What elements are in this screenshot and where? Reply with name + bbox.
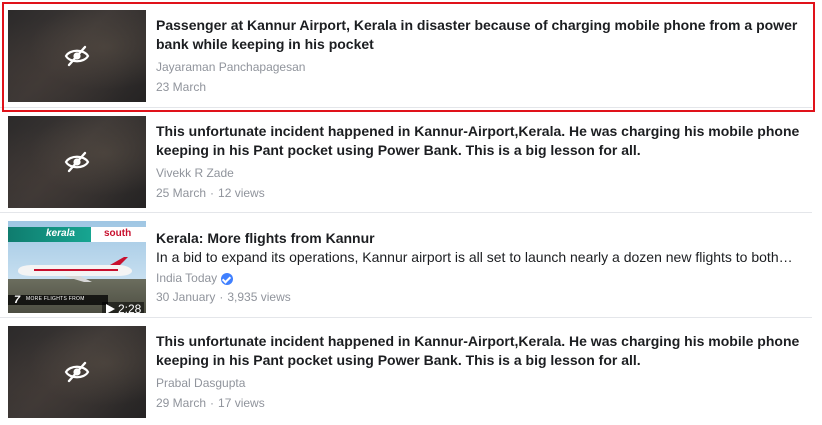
video-duration-badge: 2:28 — [102, 302, 145, 313]
airplane-image — [18, 257, 132, 282]
video-result-item[interactable]: kerala south 7 MORE FLIGHTS FROM 2:28 Ke… — [0, 213, 812, 318]
video-author[interactable]: India Today — [156, 269, 217, 288]
headline-text: MORE FLIGHTS FROM — [26, 296, 85, 302]
video-result-item[interactable]: This unfortunate incident happened in Ka… — [0, 318, 812, 422]
eye-slash-icon — [64, 361, 90, 383]
video-result-item[interactable]: This unfortunate incident happened in Ka… — [0, 108, 812, 213]
eye-slash-icon — [64, 45, 90, 67]
video-result-item[interactable]: Passenger at Kannur Airport, Kerala in d… — [0, 2, 812, 108]
video-views: 3,935 views — [227, 290, 291, 304]
video-thumbnail-blurred[interactable] — [8, 326, 146, 418]
video-title-link[interactable]: This unfortunate incident happened in Ka… — [156, 332, 806, 370]
video-title-link[interactable]: This unfortunate incident happened in Ka… — [156, 122, 806, 160]
meta-separator: · — [210, 396, 215, 410]
headline-number: 7 — [14, 294, 21, 306]
banner-label-left: kerala — [46, 228, 75, 239]
video-date: 25 March — [156, 186, 207, 200]
video-thumbnail-blurred[interactable] — [8, 10, 146, 102]
video-date: 23 March — [156, 80, 207, 94]
eye-slash-icon — [64, 151, 90, 173]
video-thumbnail-blurred[interactable] — [8, 116, 146, 208]
video-title-link[interactable]: Passenger at Kannur Airport, Kerala in d… — [156, 16, 806, 54]
video-thumbnail[interactable]: kerala south 7 MORE FLIGHTS FROM 2:28 — [8, 221, 146, 313]
video-author[interactable]: Jayaraman Panchapagesan — [156, 58, 806, 77]
video-date: 30 January — [156, 290, 216, 304]
banner-label-right: south — [104, 228, 132, 239]
video-description: In a bid to expand its operations, Kannu… — [156, 249, 793, 265]
play-icon — [106, 304, 115, 313]
video-title-link[interactable]: Kerala: More flights from Kannur — [156, 229, 806, 248]
verified-badge-icon — [221, 272, 234, 285]
meta-separator: · — [210, 186, 215, 200]
video-views: 17 views — [218, 396, 265, 410]
video-results-list: Passenger at Kannur Airport, Kerala in d… — [0, 0, 822, 425]
video-author[interactable]: Prabal Dasgupta — [156, 374, 806, 393]
video-date: 29 March — [156, 396, 207, 410]
meta-separator: · — [219, 290, 224, 304]
video-duration: 2:28 — [118, 302, 142, 313]
video-views: 12 views — [218, 186, 265, 200]
video-author[interactable]: Vivekk R Zade — [156, 164, 806, 183]
